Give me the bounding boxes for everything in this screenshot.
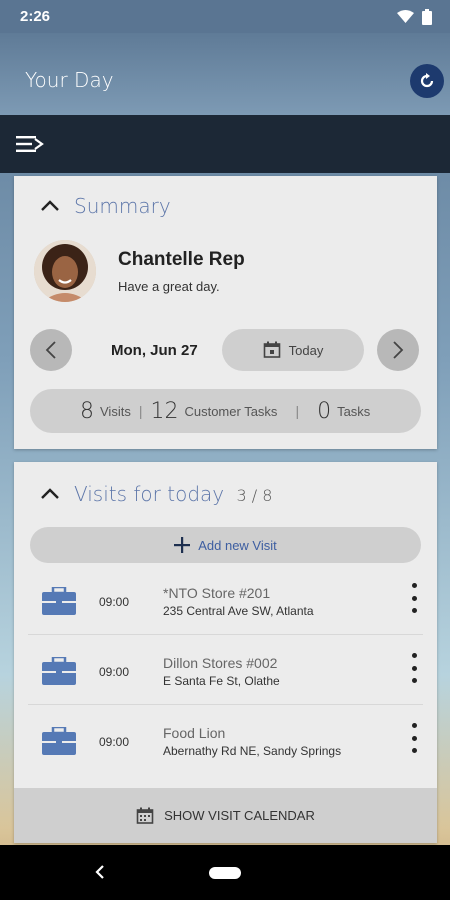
menu-icon[interactable] — [16, 135, 44, 153]
home-button[interactable] — [209, 867, 241, 879]
summary-header[interactable]: Summary — [40, 194, 171, 218]
next-day-button[interactable] — [377, 329, 419, 371]
stat-divider: | — [138, 403, 143, 419]
back-icon[interactable] — [94, 863, 106, 881]
visit-name: Dillon Stores #002 — [163, 655, 278, 671]
visits-count-badge: 3 / 8 — [236, 486, 273, 505]
visit-time: 09:00 — [99, 595, 130, 609]
summary-title: Summary — [74, 194, 171, 218]
more-vert-icon[interactable] — [407, 723, 421, 753]
avatar — [34, 240, 96, 302]
calendar-icon — [136, 807, 154, 824]
tasks-count: 0 — [317, 398, 332, 424]
calendar-icon — [263, 341, 280, 358]
previous-day-button[interactable] — [30, 329, 72, 371]
status-bar: 2:26 — [0, 0, 450, 33]
today-label: Today — [288, 342, 324, 358]
visits-title: Visits for today — [74, 482, 225, 506]
tasks-label: Tasks — [337, 403, 371, 419]
user-name: Chantelle Rep — [118, 249, 245, 270]
app-header: Your Day — [0, 33, 450, 115]
chevron-up-icon — [41, 200, 59, 211]
current-date: Mon, Jun 27 — [111, 342, 198, 359]
chevron-right-icon — [393, 341, 404, 359]
toolbar — [0, 115, 450, 173]
visit-time: 09:00 — [99, 735, 130, 749]
visit-name: Food Lion — [163, 725, 226, 741]
add-visit-label: Add new Visit — [198, 537, 277, 553]
more-vert-icon[interactable] — [407, 583, 421, 613]
customer-tasks-count: 12 — [150, 398, 179, 424]
visit-time: 09:00 — [99, 665, 130, 679]
visits-header[interactable]: Visits for today 3 / 8 — [40, 482, 272, 506]
briefcase-icon — [42, 657, 76, 685]
briefcase-icon — [42, 587, 76, 615]
more-vert-icon[interactable] — [407, 653, 421, 683]
refresh-icon — [420, 73, 434, 88]
greeting: Have a great day. — [118, 279, 220, 294]
visit-name: *NTO Store #201 — [163, 585, 271, 601]
visit-address: Abernathy Rd NE, Sandy Springs — [163, 744, 342, 758]
summary-card: Summary Chantelle Rep Have a great day. … — [14, 176, 437, 449]
plus-icon — [174, 537, 191, 553]
stats-bar: 8 Visits | 12 Customer Tasks | 0 Tasks — [30, 389, 421, 433]
wifi-icon — [397, 9, 414, 23]
today-button[interactable]: Today — [222, 329, 364, 371]
briefcase-icon — [42, 727, 76, 755]
add-visit-button[interactable]: Add new Visit — [30, 527, 421, 563]
status-icons — [397, 8, 432, 25]
visit-item[interactable]: 09:00 Food Lion Abernathy Rd NE, Sandy S… — [28, 705, 423, 775]
chevron-up-icon — [41, 488, 59, 499]
chevron-left-icon — [45, 341, 56, 359]
customer-tasks-label: Customer Tasks — [184, 403, 278, 419]
visits-label: Visits — [100, 403, 131, 419]
status-time: 2:26 — [20, 8, 51, 25]
refresh-button[interactable] — [410, 64, 444, 98]
visit-item[interactable]: 09:00 Dillon Stores #002 E Santa Fe St, … — [28, 635, 423, 705]
visit-address: 235 Central Ave SW, Atlanta — [163, 604, 314, 618]
visit-item[interactable]: 09:00 *NTO Store #201 235 Central Ave SW… — [28, 565, 423, 635]
visits-count: 8 — [80, 398, 94, 424]
show-visit-calendar-button[interactable]: SHOW VISIT CALENDAR — [14, 788, 437, 843]
stat-divider: | — [295, 403, 300, 419]
show-visit-calendar-label: SHOW VISIT CALENDAR — [164, 808, 315, 823]
visit-address: E Santa Fe St, Olathe — [163, 674, 280, 688]
battery-icon — [422, 8, 432, 25]
page-title: Your Day — [25, 68, 114, 92]
system-nav-bar — [0, 845, 450, 900]
visits-card: Visits for today 3 / 8 Add new Visit 09:… — [14, 462, 437, 843]
